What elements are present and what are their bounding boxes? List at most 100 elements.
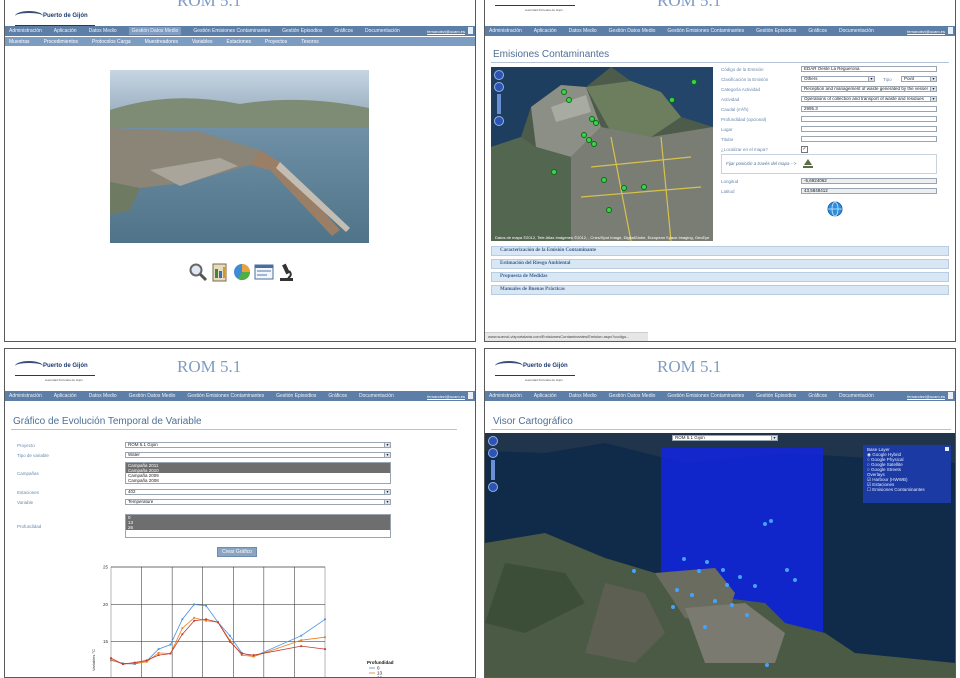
label-tipo: Tipo [883, 77, 892, 82]
nav-gestion-datos-medio[interactable]: Gestión Datos Medio [129, 27, 182, 35]
nav-gestion-emisiones[interactable]: Gestión Emisiones Contaminantes [667, 28, 744, 34]
section-propuesta[interactable]: Propuesta de Medidas [491, 272, 949, 282]
pan-icon[interactable] [494, 70, 504, 80]
section-manuales[interactable]: Manuales de Buenas Prácticas [491, 285, 949, 295]
nav-gestion-datos-medio[interactable]: Gestión Datos Medio [609, 28, 656, 34]
subnav-procedimientos[interactable]: Procedimientos [44, 39, 78, 45]
actividad-select[interactable]: Operations of collection and transport o… [801, 96, 937, 102]
locate-pin-icon[interactable] [802, 158, 814, 170]
logout-icon[interactable] [468, 392, 473, 399]
list-item[interactable]: 26 [126, 525, 390, 530]
globe-save-icon[interactable] [827, 201, 843, 217]
nav-documentacion[interactable]: Documentación [839, 393, 874, 399]
titular-input[interactable] [801, 136, 937, 142]
proyecto-select[interactable]: ROM 5.1 Gijón▾ [125, 442, 391, 448]
nav-gestion-emisiones[interactable]: Gestión Emisiones Contaminantes [667, 393, 744, 399]
nav-aplicacion[interactable]: Aplicación [534, 28, 557, 34]
nav-gestion-episodios[interactable]: Gestión Episodios [282, 28, 322, 34]
map-zoom-control[interactable] [494, 70, 504, 128]
nav-aplicacion[interactable]: Aplicación [54, 393, 77, 399]
zoom-out-icon[interactable] [488, 482, 498, 492]
nav-datos-medio[interactable]: Datos Medio [89, 393, 117, 399]
zoom-slider[interactable] [497, 94, 501, 114]
user-link[interactable]: fernandezl@ucam.es [907, 394, 945, 399]
nav-gestion-datos-medio[interactable]: Gestión Datos Medio [609, 393, 656, 399]
nav-administracion[interactable]: Administración [9, 393, 42, 399]
subnav-tesoros[interactable]: Tesoros [301, 39, 319, 45]
list-item[interactable]: Campaña 2008 [126, 478, 390, 483]
nav-graficos[interactable]: Gráficos [328, 393, 347, 399]
caudal-input[interactable]: 2995.3 [801, 106, 937, 112]
magnifier-icon[interactable] [188, 262, 208, 282]
subnav-estaciones[interactable]: Estaciones [227, 39, 251, 45]
map-zoom-control[interactable] [488, 436, 498, 494]
nav-datos-medio[interactable]: Datos Medio [569, 28, 597, 34]
data-point [181, 627, 183, 629]
nav-gestion-episodios[interactable]: Gestión Episodios [756, 28, 796, 34]
user-link[interactable]: fernandezl@ucam.es [907, 29, 945, 34]
subnav-protocolos-carga[interactable]: Protocolos Carga [92, 39, 131, 45]
microscope-icon[interactable] [276, 262, 296, 282]
window-icon[interactable] [254, 262, 274, 282]
nav-documentacion[interactable]: Documentación [359, 393, 394, 399]
emission-map[interactable]: Datos de mapa ©2012, Tele Atlas Imágenes… [491, 67, 713, 241]
nav-graficos[interactable]: Gráficos [808, 28, 827, 34]
nav-gestion-emisiones[interactable]: Gestión Emisiones Contaminantes [193, 28, 270, 34]
pan-icon[interactable] [488, 436, 498, 446]
logout-icon[interactable] [468, 27, 473, 34]
crear-grafico-button[interactable]: Crear Gráfico [217, 547, 257, 557]
label-campanias: Campañas [17, 471, 39, 476]
logo-swoosh-icon [15, 11, 43, 21]
nav-administracion[interactable]: Administración [489, 393, 522, 399]
data-point [193, 603, 195, 605]
nav-aplicacion[interactable]: Aplicación [534, 393, 557, 399]
user-link[interactable]: fernandezl@ucam.es [427, 29, 465, 34]
codigo-input[interactable]: EDAR Oeste La Reguerona [801, 66, 937, 72]
logout-icon[interactable] [948, 392, 953, 399]
data-point [122, 663, 124, 665]
nav-documentacion[interactable]: Documentación [839, 28, 874, 34]
zoom-slider[interactable] [491, 460, 495, 480]
pie-chart-icon[interactable] [232, 262, 252, 282]
profundidad-listbox[interactable]: 0 13 26 [125, 514, 391, 538]
clipboard-icon[interactable] [210, 262, 230, 282]
clasificacion-select[interactable]: Others▾ [801, 76, 875, 82]
nav-gestion-datos-medio[interactable]: Gestión Datos Medio [129, 393, 176, 399]
nav-gestion-emisiones[interactable]: Gestión Emisiones Contaminantes [187, 393, 264, 399]
nav-datos-medio[interactable]: Datos Medio [89, 28, 117, 34]
layer-select[interactable]: ROM 5.1 Gijón▾ [672, 435, 778, 441]
localizar-checkbox[interactable]: ✓ [801, 146, 808, 153]
nav-gestion-episodios[interactable]: Gestión Episodios [756, 393, 796, 399]
profundidad-input[interactable] [801, 116, 937, 122]
zoom-in-icon[interactable] [488, 448, 498, 458]
tipo-variable-select[interactable]: Water▾ [125, 452, 391, 458]
overlay-option[interactable]: ☐ Emisiones Contaminantes [867, 487, 947, 492]
layer-switcher: Base Layer ◉ Google Hybrid ○ Google Phys… [863, 445, 951, 503]
lugar-input[interactable] [801, 126, 937, 132]
nav-aplicacion[interactable]: Aplicación [54, 28, 77, 34]
nav-graficos[interactable]: Gráficos [334, 28, 353, 34]
subnav-muestreadores[interactable]: Muestreadores [145, 39, 178, 45]
variable-select[interactable]: Temperature▾ [125, 499, 391, 505]
nav-datos-medio[interactable]: Datos Medio [569, 393, 597, 399]
logout-icon[interactable] [948, 27, 953, 34]
minimize-icon[interactable] [945, 447, 949, 451]
nav-administracion[interactable]: Administración [489, 28, 522, 34]
campanias-listbox[interactable]: Campaña 2011 Campaña 2010 Campaña 2009 C… [125, 462, 391, 484]
subnav-proyectos[interactable]: Proyectos [265, 39, 287, 45]
tipo-select[interactable]: Point▾ [901, 76, 937, 82]
nav-graficos[interactable]: Gráficos [808, 393, 827, 399]
zoom-out-icon[interactable] [494, 116, 504, 126]
section-caracterizacion[interactable]: Caracterización de la Emisión Contaminan… [491, 246, 949, 256]
user-link[interactable]: fernandezl@ucam.es [427, 394, 465, 399]
subnav-variables[interactable]: Variables [192, 39, 212, 45]
nav-gestion-episodios[interactable]: Gestión Episodios [276, 393, 316, 399]
subnav-muestras[interactable]: Muestras [9, 39, 30, 45]
estacion-select[interactable]: 402▾ [125, 489, 391, 495]
port-aerial-photo [110, 70, 369, 243]
zoom-in-icon[interactable] [494, 82, 504, 92]
nav-documentacion[interactable]: Documentación [365, 28, 400, 34]
nav-administracion[interactable]: Administración [9, 28, 42, 34]
categoria-select[interactable]: Reception and management of waste genera… [801, 86, 937, 92]
section-estimacion[interactable]: Estimación del Riesgo Ambiental [491, 259, 949, 269]
